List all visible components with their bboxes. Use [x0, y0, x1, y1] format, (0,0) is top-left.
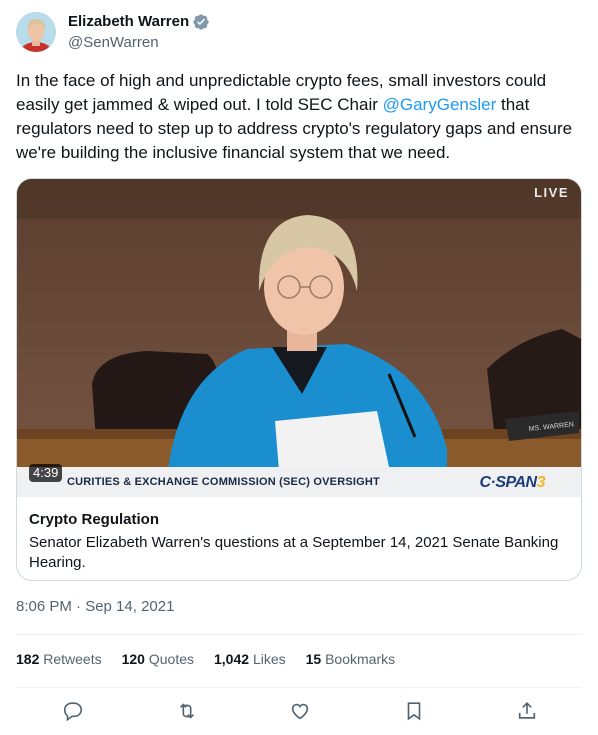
stat-retweets[interactable]: 182 Retweets — [16, 651, 102, 667]
stat-count: 1,042 — [214, 651, 250, 667]
reply-icon — [63, 702, 83, 722]
bookmark-button[interactable] — [403, 700, 425, 722]
video-duration: 4:39 — [29, 464, 63, 482]
bookmark-icon — [407, 702, 420, 721]
stat-label: Retweets — [43, 651, 102, 667]
stat-bookmarks[interactable]: 15 Bookmarks — [306, 651, 396, 667]
display-name[interactable]: Elizabeth Warren — [68, 12, 189, 32]
tweet-header: Elizabeth Warren @SenWarren — [16, 12, 210, 53]
reply-button[interactable] — [62, 700, 84, 722]
tweet-timestamp[interactable]: 8:06 PM · Sep 14, 2021 — [16, 598, 174, 615]
mention-link[interactable]: @GaryGensler — [383, 95, 497, 114]
stat-count: 15 — [305, 651, 322, 667]
like-button[interactable] — [289, 700, 311, 722]
engagement-stats: 182 Retweets 120 Quotes 1,042 Likes 15 B… — [16, 651, 415, 667]
divider — [16, 634, 582, 635]
network-logo: C·SPAN3 — [479, 474, 545, 492]
card-description: Senator Elizabeth Warren's questions at … — [29, 534, 559, 571]
media-card[interactable]: MS. WARREN LIVE CURITIES & EXCHANGE COMM… — [16, 178, 582, 581]
video-player[interactable]: MS. WARREN LIVE CURITIES & EXCHANGE COMM… — [17, 179, 581, 497]
lower-third-banner: CURITIES & EXCHANGE COMMISSION (SEC) OVE… — [17, 467, 581, 497]
video-frame-image: MS. WARREN — [17, 179, 581, 497]
action-bar — [62, 700, 538, 722]
handle[interactable]: @SenWarren — [68, 33, 210, 53]
retweet-icon — [179, 703, 194, 719]
stat-label: Quotes — [148, 651, 194, 667]
stat-likes[interactable]: 1,042 Likes — [214, 651, 286, 667]
stat-label: Bookmarks — [325, 651, 396, 667]
share-button[interactable] — [516, 700, 538, 722]
network-name: C·SPAN — [479, 474, 537, 491]
stat-count: 182 — [16, 651, 40, 667]
divider — [16, 687, 582, 688]
verified-badge-icon — [193, 14, 209, 30]
share-icon — [518, 702, 536, 719]
stat-quotes[interactable]: 120 Quotes — [122, 651, 194, 667]
stat-label: Likes — [252, 651, 286, 667]
like-icon — [291, 703, 309, 720]
avatar[interactable] — [16, 12, 56, 52]
retweet-button[interactable] — [176, 700, 198, 722]
lower-third-text: CURITIES & EXCHANGE COMMISSION (SEC) OVE… — [67, 476, 380, 488]
live-badge: LIVE — [534, 185, 569, 200]
card-title[interactable]: Crypto Regulation — [29, 510, 569, 530]
tweet-text: In the face of high and unpredictable cr… — [16, 69, 582, 165]
network-number: 3 — [536, 474, 546, 491]
stat-count: 120 — [121, 651, 145, 667]
